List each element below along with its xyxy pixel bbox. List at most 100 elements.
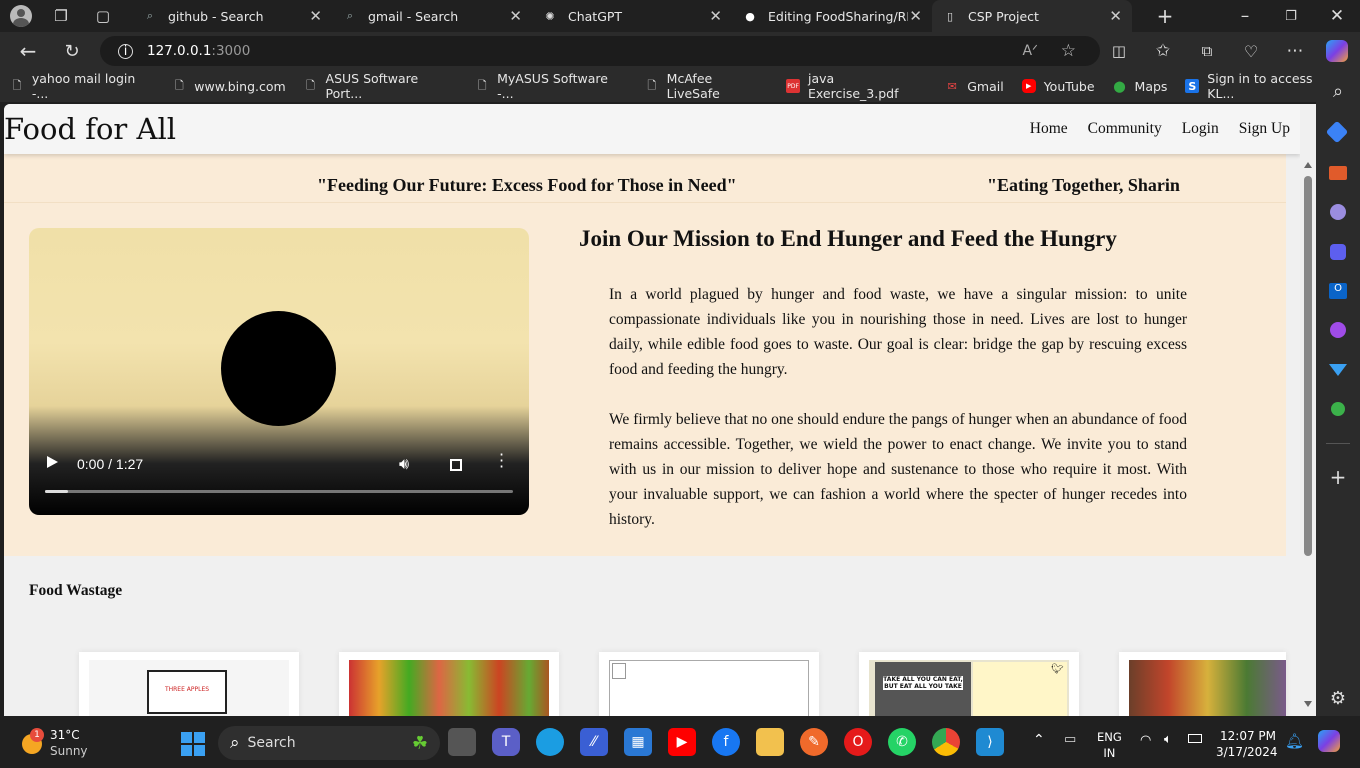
nav-login-link[interactable]: Login bbox=[1182, 120, 1219, 138]
window-close-icon[interactable]: ✕ bbox=[1322, 1, 1352, 31]
workspaces-icon[interactable]: ❐ bbox=[46, 1, 76, 31]
video-more-icon[interactable]: · · · bbox=[499, 447, 504, 475]
read-aloud-icon[interactable]: Aᐟ bbox=[1022, 43, 1038, 59]
collections-icon[interactable]: ⧉ bbox=[1192, 36, 1222, 66]
sidebar-designer-icon[interactable] bbox=[1330, 322, 1346, 338]
bookmark-maps[interactable]: ⬤ Maps bbox=[1113, 79, 1167, 94]
sidebar-send-icon[interactable] bbox=[1329, 364, 1347, 376]
tab-github-search[interactable]: ⌕ github - Search ✕ bbox=[132, 0, 332, 32]
favorites-icon[interactable]: ✩ bbox=[1148, 36, 1178, 66]
bookmark-java-pdf[interactable]: PDF java Exercise_3.pdf bbox=[786, 71, 927, 101]
sidebar-games-icon[interactable] bbox=[1330, 204, 1346, 220]
volume-icon[interactable]: 🔈︎ bbox=[1164, 732, 1172, 747]
new-tab-icon[interactable]: + bbox=[1150, 1, 1180, 31]
sidebar-copilot-icon[interactable] bbox=[1330, 244, 1346, 260]
scroll-up-icon[interactable] bbox=[1304, 162, 1312, 168]
sidebar-settings-icon[interactable]: ⚙ bbox=[1323, 683, 1353, 713]
back-icon[interactable]: ← bbox=[13, 36, 43, 66]
close-icon[interactable]: ✕ bbox=[309, 7, 322, 25]
page-icon: 🗋 bbox=[647, 78, 657, 92]
tray-network-off-icon[interactable]: ▭ bbox=[1064, 732, 1076, 747]
fullscreen-icon[interactable] bbox=[450, 459, 462, 471]
tab-chatgpt[interactable]: ✺ ChatGPT ✕ bbox=[532, 0, 732, 32]
wastage-card-3[interactable] bbox=[599, 652, 819, 716]
close-icon[interactable]: ✕ bbox=[509, 7, 522, 25]
close-icon[interactable]: ✕ bbox=[909, 7, 922, 25]
bookmark-yahoo[interactable]: 🗋 yahoo mail login -... bbox=[10, 71, 154, 101]
teams-icon[interactable]: T bbox=[492, 728, 520, 756]
video-thumbnail-circle[interactable] bbox=[221, 311, 336, 426]
power-automate-icon[interactable]: ⁄⁄ bbox=[580, 728, 608, 756]
opera-icon[interactable]: O bbox=[844, 728, 872, 756]
sidebar-tools-icon[interactable] bbox=[1329, 166, 1347, 180]
bookmark-youtube[interactable]: ▶ YouTube bbox=[1021, 78, 1095, 94]
scroll-thumb[interactable] bbox=[1304, 176, 1312, 556]
battery-icon[interactable] bbox=[1188, 734, 1202, 743]
scroll-down-icon[interactable] bbox=[1304, 701, 1312, 707]
wastage-card-1[interactable]: THREE APPLES bbox=[79, 652, 299, 716]
paint-icon[interactable]: ✎ bbox=[800, 728, 828, 756]
minimize-icon[interactable]: – bbox=[1230, 1, 1260, 31]
task-view-icon[interactable] bbox=[448, 728, 476, 756]
video-progress-fill bbox=[45, 490, 69, 493]
bookmark-gmail[interactable]: ✉ Gmail bbox=[945, 79, 1004, 94]
nav-home-link[interactable]: Home bbox=[1030, 120, 1068, 138]
site-brand[interactable]: Food for All bbox=[4, 112, 176, 146]
close-icon[interactable]: ✕ bbox=[1109, 7, 1122, 25]
vscode-icon[interactable]: ⟩ bbox=[976, 728, 1004, 756]
card-image: THREE APPLES bbox=[89, 660, 289, 716]
volume-icon[interactable]: 🔊︎ bbox=[399, 454, 409, 474]
tab-actions-icon[interactable]: ▢ bbox=[88, 1, 118, 31]
store-icon[interactable]: ▦ bbox=[624, 728, 652, 756]
wastage-card-4[interactable]: TAKE ALL YOU CAN EAT, BUT EAT ALL YOU TA… bbox=[859, 652, 1079, 716]
wastage-card-2[interactable] bbox=[339, 652, 559, 716]
chrome-icon[interactable] bbox=[932, 728, 960, 756]
copilot-icon[interactable] bbox=[1326, 40, 1348, 62]
sidebar-outlook-icon[interactable]: O bbox=[1329, 283, 1347, 299]
bookmark-asus-portal[interactable]: 🗋 ASUS Software Port... bbox=[304, 71, 458, 101]
split-screen-icon[interactable]: ◫ bbox=[1104, 36, 1134, 66]
site-info-icon[interactable]: i bbox=[118, 43, 133, 59]
youtube-icon[interactable]: ▶ bbox=[668, 728, 696, 756]
start-icon[interactable] bbox=[181, 732, 205, 756]
file-explorer-icon[interactable] bbox=[756, 728, 784, 756]
bookmark-label: YouTube bbox=[1043, 78, 1095, 94]
language-indicator[interactable]: ENG IN bbox=[1097, 729, 1122, 761]
wifi-icon[interactable]: ◠ bbox=[1140, 733, 1151, 748]
url-field[interactable]: i 127.0.0.1:3000 Aᐟ ☆ bbox=[100, 36, 1100, 66]
nav-community-link[interactable]: Community bbox=[1088, 120, 1162, 138]
refresh-icon[interactable]: ↻ bbox=[57, 36, 87, 66]
facebook-icon[interactable]: f bbox=[712, 728, 740, 756]
wastage-card-5[interactable] bbox=[1119, 652, 1286, 716]
video-player[interactable]: 0:00 / 1:27 🔊︎ · · · bbox=[29, 228, 529, 515]
sidebar-tree-icon[interactable] bbox=[1331, 402, 1345, 416]
page-scrollbar[interactable] bbox=[1300, 104, 1316, 716]
tab-github-editing[interactable]: ● Editing FoodSharing/REA ✕ bbox=[732, 0, 932, 32]
browser-essentials-icon[interactable]: ♡ bbox=[1236, 36, 1266, 66]
taskbar-search[interactable]: ⌕ Search ☘ bbox=[218, 726, 440, 760]
sidebar-add-icon[interactable]: + bbox=[1323, 462, 1353, 492]
profile-avatar-icon[interactable] bbox=[10, 5, 32, 27]
bookmark-label: MyASUS Software -... bbox=[497, 71, 608, 101]
favorite-star-icon[interactable]: ☆ bbox=[1061, 41, 1076, 61]
bookmark-mcafee[interactable]: 🗋 McAfee LiveSafe bbox=[645, 71, 768, 101]
bookmark-myasus[interactable]: 🗋 MyASUS Software -... bbox=[475, 71, 627, 101]
copilot-taskbar-icon[interactable] bbox=[1318, 730, 1340, 752]
whatsapp-icon[interactable]: ✆ bbox=[888, 728, 916, 756]
notification-bell-icon[interactable]: 🔔︎ bbox=[1285, 732, 1304, 750]
video-progress-track[interactable] bbox=[45, 490, 513, 493]
sidebar-shopping-icon[interactable] bbox=[1325, 120, 1349, 144]
more-icon[interactable]: ⋯ bbox=[1280, 36, 1310, 66]
tray-chevron-icon[interactable]: ⌃ bbox=[1033, 732, 1045, 748]
sidebar-search-icon[interactable]: ⌕ bbox=[1323, 76, 1353, 106]
tab-gmail-search[interactable]: ⌕ gmail - Search ✕ bbox=[332, 0, 532, 32]
restore-icon[interactable]: ❐ bbox=[1276, 1, 1306, 31]
play-icon[interactable] bbox=[47, 456, 58, 468]
edge-icon[interactable] bbox=[536, 728, 564, 756]
close-icon[interactable]: ✕ bbox=[709, 7, 722, 25]
nav-signup-link[interactable]: Sign Up bbox=[1239, 120, 1290, 138]
bookmark-bing[interactable]: 🗋 www.bing.com bbox=[172, 79, 286, 94]
clock[interactable]: 12:07 PM 3/17/2024 bbox=[1216, 728, 1278, 760]
weather-widget[interactable]: 1 31°C Sunny bbox=[22, 728, 102, 760]
tab-csp-project[interactable]: ▯ CSP Project ✕ bbox=[932, 0, 1132, 32]
